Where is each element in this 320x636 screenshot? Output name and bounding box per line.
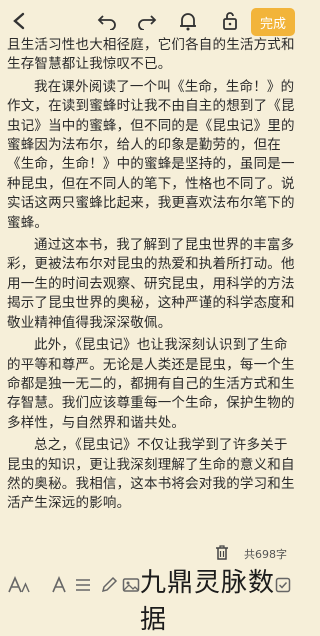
font-icon[interactable] [48,574,70,596]
paragraph: 通过这本书，我了解到了昆虫世界的丰富多彩，更被法布尔对昆虫的热爱和执着所打动。他… [7,237,295,331]
text-format-icon[interactable] [8,574,30,596]
watermark-text: 九鼎灵脉数据 [140,568,276,635]
paragraph: 且生活习性也大相径庭，它们各自的生活方式和生存智慧都让我惊叹不已。 [7,37,295,73]
trash-icon[interactable] [215,545,231,561]
paragraph: 总之，《昆虫记》不仅让我学到了许多关于昆虫的知识，更让我深刻理解了生命的意义和自… [7,437,295,512]
done-button[interactable]: 完成 [251,8,295,36]
redo-icon[interactable] [134,8,160,34]
lock-icon[interactable] [217,8,243,34]
note-body[interactable]: 且生活习性也大相径庭，它们各自的生活方式和生存智慧都让我惊叹不已。 我在课外阅读… [7,36,297,517]
back-icon[interactable] [6,8,32,34]
list-icon[interactable] [72,574,94,596]
pen-icon[interactable] [98,574,120,596]
word-count: 共698字 [244,548,287,561]
image-icon[interactable] [120,574,142,596]
undo-icon[interactable] [94,8,120,34]
paragraph: 我在课外阅读了一个叫《生命，生命！》的作文，在读到蜜蜂时让我不由自主的想到了《昆… [7,78,295,231]
paragraph: 此外，《昆虫记》也让我深刻认识到了生命的平等和尊严。无论是人类还是昆虫，每一个生… [7,337,295,431]
bell-icon[interactable] [175,8,201,34]
